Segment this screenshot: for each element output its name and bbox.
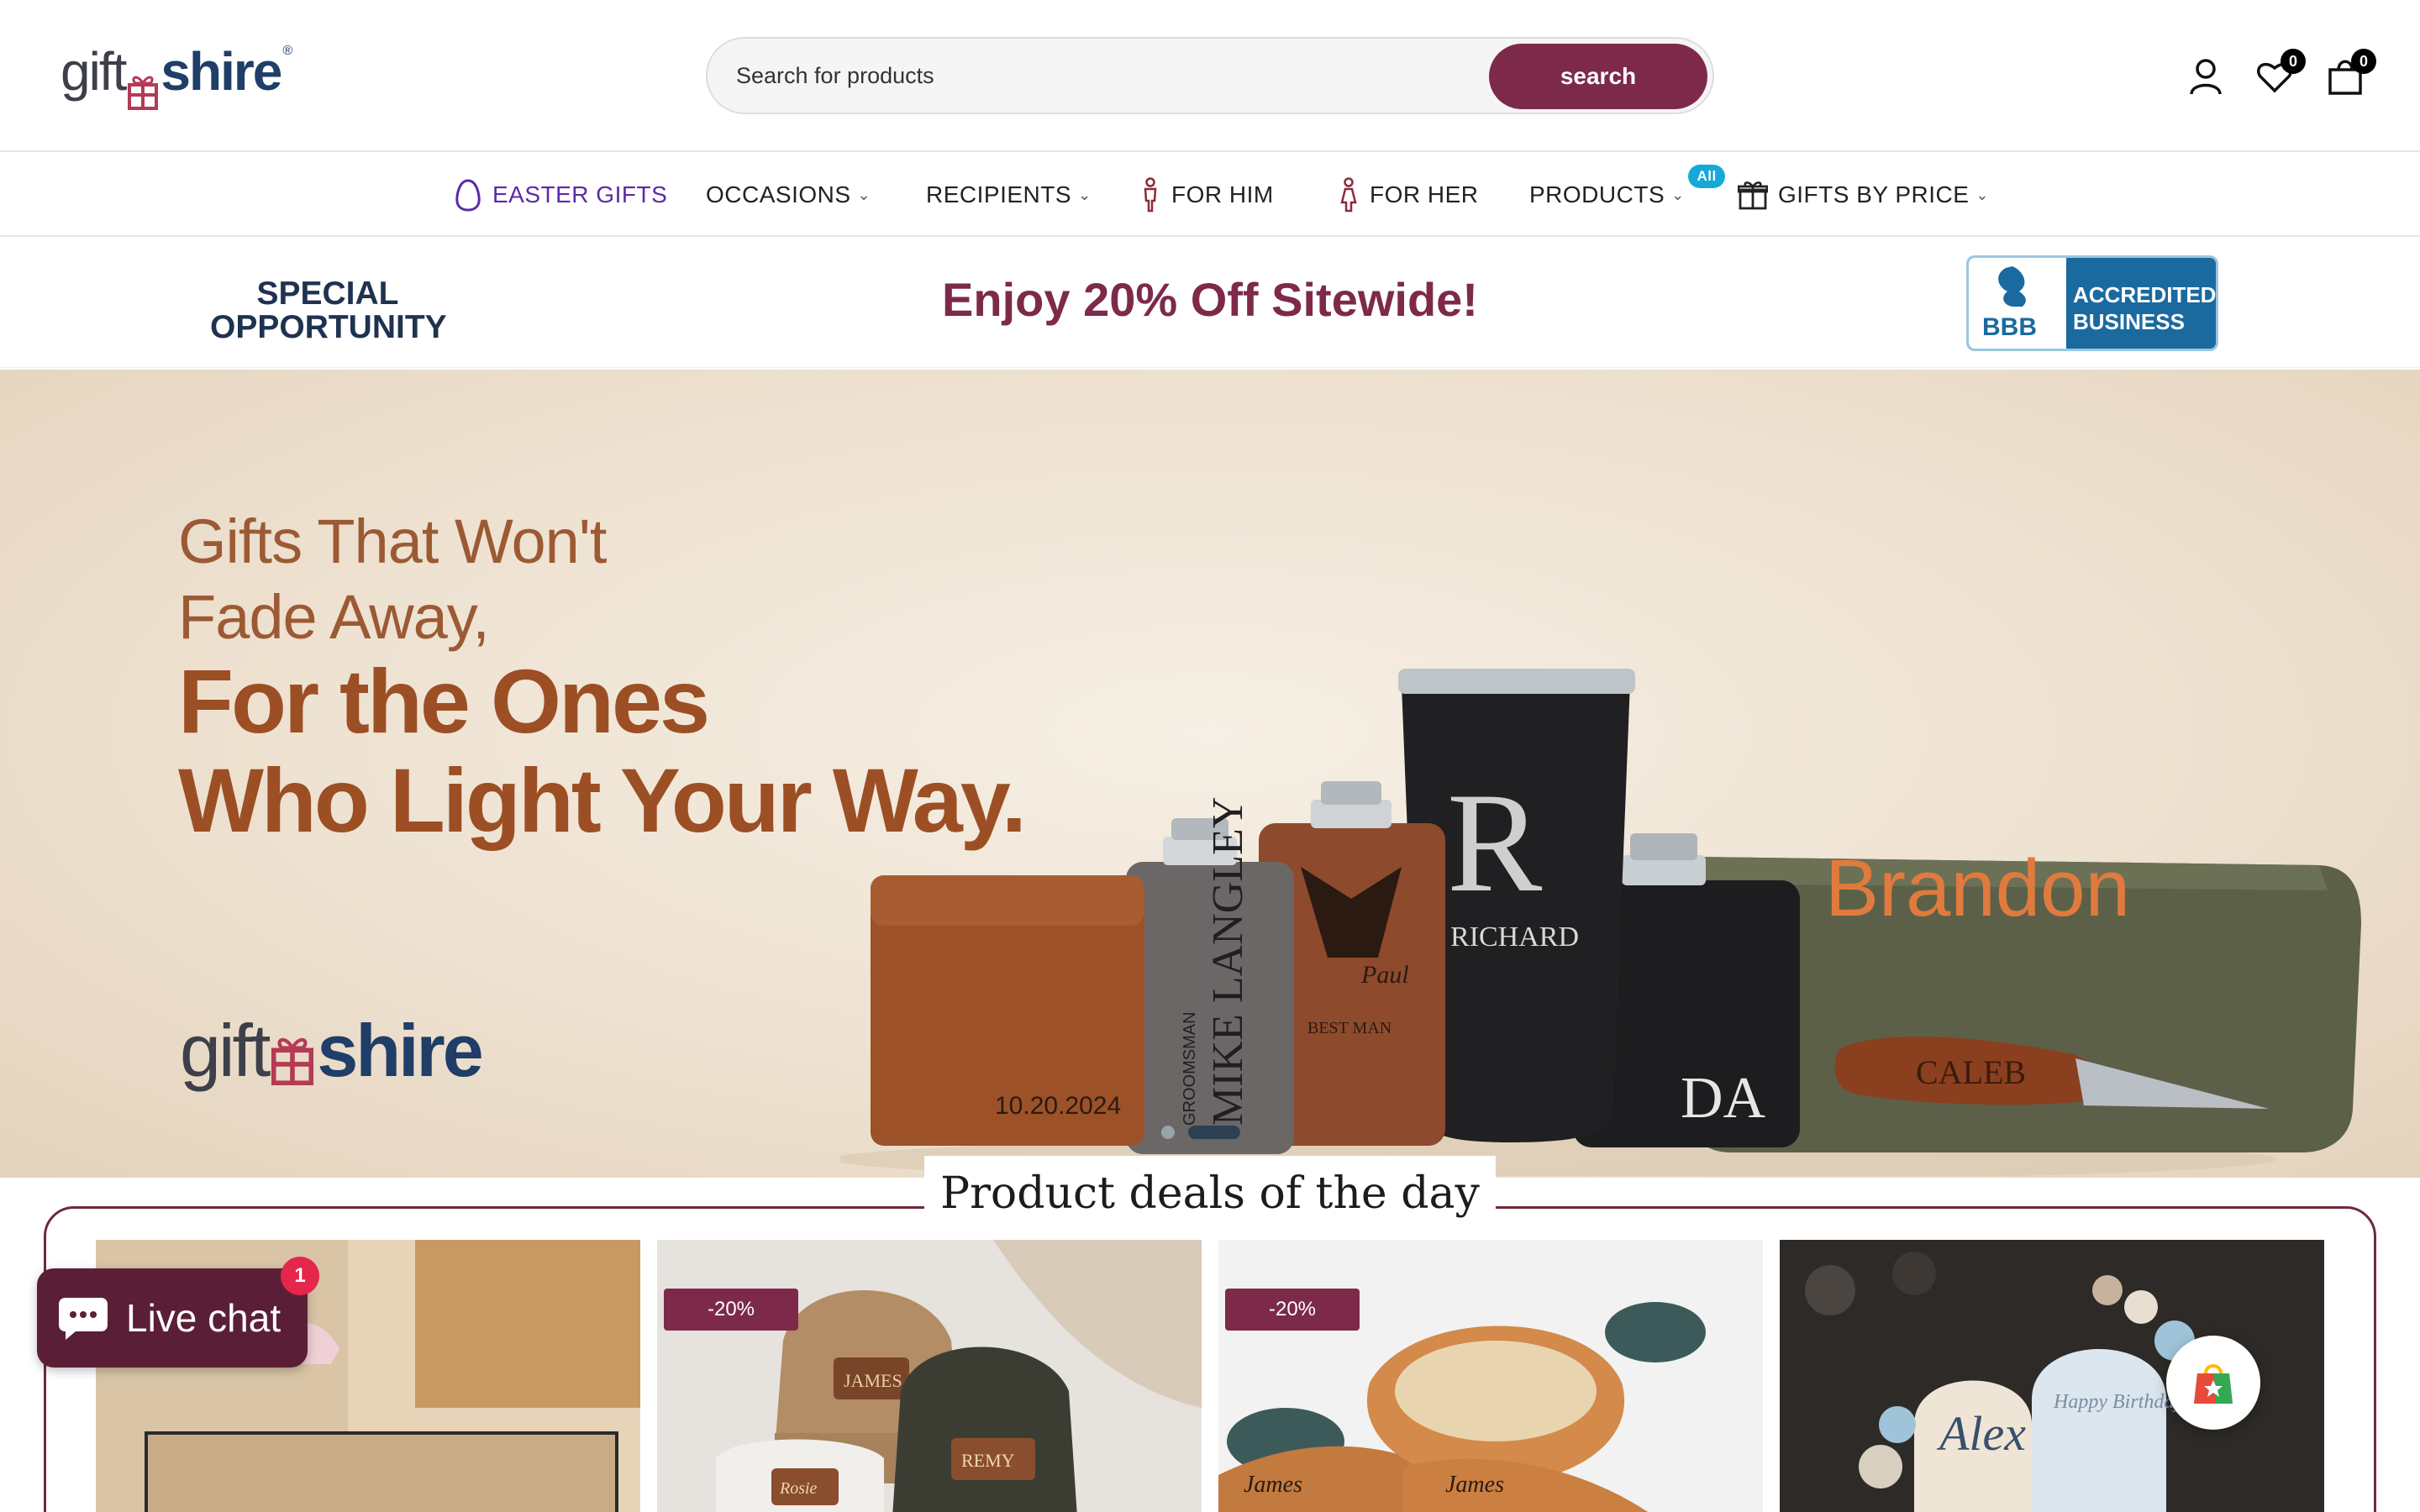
site-logo[interactable]: gift shire ® [60,41,292,110]
nav-item-for-her[interactable]: FOR HER [1338,175,1479,215]
product-card-baby-brushes[interactable]: James James -20% [1218,1240,1763,1512]
hero-logo-gift-text: gift [180,1009,271,1092]
bbb-accredited-label: ACCREDITED BUSINESS [2073,281,2216,335]
brush-engraving-2: James [1445,1472,1504,1498]
promo-headline[interactable]: Enjoy 20% Off Sitewide! [840,272,1580,327]
carousel-dot[interactable] [1161,1126,1175,1139]
live-chat-label: Live chat [126,1296,281,1340]
nav-item-products[interactable]: PRODUCTS ⌄ All [1529,165,1725,215]
promo-bar: SPECIAL OPPORTUNITY Enjoy 20% Off Sitewi… [0,239,2420,368]
nav-item-occasions[interactable]: OCCASIONS ⌄ [706,175,871,215]
knife-engraving: CALEB [1916,1053,2026,1091]
deals-title: Product deals of the day [924,1156,1496,1231]
bbb-accredited-badge[interactable]: BBB ACCREDITED BUSINESS [1966,255,2218,351]
product-card-beanies[interactable]: JAMES REMY Rosie -20% [657,1240,1202,1512]
site-header: gift shire ® search 0 0 [0,0,2420,152]
account-icon[interactable] [2186,57,2225,96]
bbb-text: BBB [1982,313,2037,341]
product-image: JAMES REMY Rosie [657,1240,1202,1512]
gray-flask-engraving: MIKE LANGLEY [1204,797,1252,1126]
registered-icon: ® [282,44,292,58]
black-flask-engraving: DA [1681,1066,1766,1131]
brush-engraving-1: James [1244,1472,1302,1498]
nav-item-label: GIFTS BY PRICE [1778,181,1970,207]
egg-icon [455,179,481,212]
woman-icon [1340,177,1357,213]
logo-gift-text: gift [60,41,127,102]
nav-item-label: FOR HER [1370,181,1479,207]
tumbler-name: RICHARD [1450,921,1579,953]
special-opportunity-label: SPECIAL OPPORTUNITY [210,276,447,345]
shopping-bag-star-icon [2194,1364,2233,1404]
gift-box-icon [127,60,159,110]
wishlist-icon[interactable]: 0 [2255,49,2306,96]
backdrop-name: Alex [1936,1406,2026,1461]
carousel-dots [1161,1126,1240,1139]
shopping-bag-star-button[interactable] [2166,1336,2260,1430]
chevron-down-icon: ⌄ [1975,186,1990,203]
main-nav: EASTER GIFTS OCCASIONS ⌄ RECIPIENTS ⌄ FO… [0,153,2420,237]
chevron-down-icon: ⌄ [1078,186,1092,203]
discount-badge: -20% [664,1289,798,1331]
nav-item-recipients[interactable]: RECIPIENTS ⌄ [926,175,1092,215]
bag-engraving: Brandon [1825,843,2130,933]
gift-box-icon [271,1037,314,1085]
bbb-logo: BBB [1969,258,2066,349]
hero-logo-shire-text: shire [317,1009,483,1092]
chevron-down-icon: ⌄ [1671,186,1685,203]
nav-item-for-him[interactable]: FOR HIM [1139,175,1274,215]
search-bar: search [706,37,1714,114]
nav-item-gifts-by-price[interactable]: GIFTS BY PRICE ⌄ [1738,175,1989,215]
chat-bubble-icon [59,1298,108,1340]
chat-notification-badge: 1 [281,1257,319,1295]
carousel-dot-active[interactable] [1188,1126,1240,1139]
all-badge: All [1688,165,1725,188]
live-chat-button[interactable]: Live chat 1 [37,1257,319,1368]
hero-banner[interactable]: Gifts That Won't Fade Away, For the Ones… [0,370,2420,1178]
bbb-label-line2: BUSINESS [2073,309,2185,334]
logo-shire-text: shire [160,41,282,102]
beanie-tag-james: JAMES [844,1370,902,1391]
hero-subheadline: Gifts That Won't Fade Away, [178,504,607,655]
wishlist-count-badge: 0 [2281,49,2306,74]
nav-item-label: PRODUCTS [1529,181,1665,207]
beanie-tag-remy: REMY [961,1450,1015,1471]
product-image: James James [1218,1240,1763,1512]
beanie-tag-rosie: Rosie [779,1479,818,1498]
hero-logo: gift shire [180,1008,484,1094]
chevron-down-icon: ⌄ [857,186,871,203]
nav-item-label: FOR HIM [1171,181,1274,207]
search-button[interactable]: search [1489,44,1707,109]
man-icon [1144,177,1157,213]
brown-flask-role: BEST MAN [1307,1019,1392,1037]
gray-flask-role: GROOMSMAN [1181,1011,1199,1126]
wallet-engraving: 10.20.2024 [995,1092,1121,1120]
nav-item-label: RECIPIENTS [926,181,1072,207]
tumbler-letter: R [1447,764,1543,921]
hero-subheadline-line1: Gifts That Won't [178,507,607,576]
cart-count-badge: 0 [2351,49,2376,74]
nav-item-label: OCCASIONS [706,181,851,207]
cart-icon[interactable]: 0 [2326,49,2376,96]
hero-subheadline-line2: Fade Away, [178,582,490,652]
search-input[interactable] [736,57,1476,94]
bbb-label-line1: ACCREDITED [2073,282,2217,307]
gift-icon [1738,181,1768,210]
nav-item-label: EASTER GIFTS [492,181,668,207]
brown-flask-engraving: Paul [1360,961,1409,989]
hero-products-image: Brandon CALEB DA R RICHARD Paul BEST MAN… [840,669,2361,1176]
backdrop-greeting: Happy Birthday [2053,1391,2183,1413]
nav-item-easter-gifts[interactable]: EASTER GIFTS [454,175,667,215]
discount-badge: -20% [1225,1289,1360,1331]
